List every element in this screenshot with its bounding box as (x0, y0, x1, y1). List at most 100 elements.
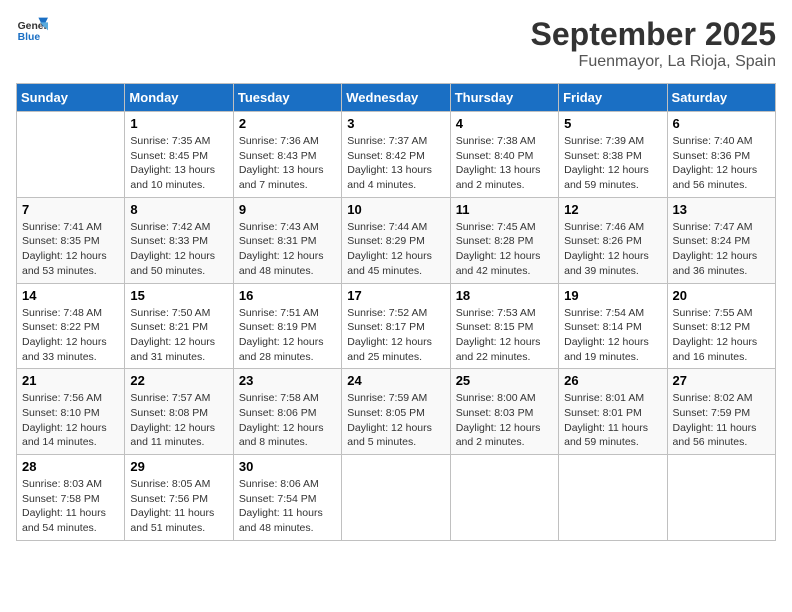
day-number: 17 (347, 288, 444, 303)
day-info: Sunrise: 7:54 AM Sunset: 8:14 PM Dayligh… (564, 306, 661, 365)
weekday-header-thursday: Thursday (450, 84, 558, 112)
title-block: September 2025 Fuenmayor, La Rioja, Spai… (531, 16, 776, 71)
header-row: SundayMondayTuesdayWednesdayThursdayFrid… (17, 84, 776, 112)
calendar-week-4: 21 Sunrise: 7:56 AM Sunset: 8:10 PM Dayli… (17, 369, 776, 455)
calendar-cell: 8Sunrise: 7:42 AM Sunset: 8:33 PM Daylig… (125, 197, 233, 283)
calendar-cell: 17 Sunrise: 7:52 AM Sunset: 8:17 PM Dayli… (342, 283, 450, 369)
svg-text:Blue: Blue (18, 32, 41, 43)
day-info: Sunrise: 8:03 AM Sunset: 7:58 PM Dayligh… (22, 477, 119, 536)
day-number: 16 (239, 288, 336, 303)
day-info: Sunrise: 7:45 AM Sunset: 8:28 PM Dayligh… (456, 220, 553, 279)
calendar-week-1: 1 Sunrise: 7:35 AM Sunset: 8:45 PM Daylig… (17, 112, 776, 198)
month-title: September 2025 (531, 16, 776, 53)
weekday-header-tuesday: Tuesday (233, 84, 341, 112)
day-number: 13 (673, 202, 770, 217)
calendar-cell: 10 Sunrise: 7:44 AM Sunset: 8:29 PM Dayli… (342, 197, 450, 283)
day-number: 12 (564, 202, 661, 217)
calendar-cell: 18 Sunrise: 7:53 AM Sunset: 8:15 PM Dayli… (450, 283, 558, 369)
calendar-cell: 28 Sunrise: 8:03 AM Sunset: 7:58 PM Dayli… (17, 455, 125, 541)
calendar-cell: 20 Sunrise: 7:55 AM Sunset: 8:12 PM Dayli… (667, 283, 775, 369)
weekday-header-friday: Friday (559, 84, 667, 112)
calendar-cell: 13Sunrise: 7:47 AM Sunset: 8:24 PM Dayli… (667, 197, 775, 283)
calendar-table: SundayMondayTuesdayWednesdayThursdayFrid… (16, 83, 776, 541)
day-number: 2 (239, 116, 336, 131)
day-number: 11 (456, 202, 553, 217)
calendar-cell: 7Sunrise: 7:41 AM Sunset: 8:35 PM Daylig… (17, 197, 125, 283)
day-info: Sunrise: 7:46 AM Sunset: 8:26 PM Dayligh… (564, 220, 661, 279)
day-number: 26 (564, 373, 661, 388)
day-number: 4 (456, 116, 553, 131)
day-number: 5 (564, 116, 661, 131)
calendar-cell: 24Sunrise: 7:59 AM Sunset: 8:05 PM Dayli… (342, 369, 450, 455)
day-info: Sunrise: 7:51 AM Sunset: 8:19 PM Dayligh… (239, 306, 336, 365)
location: Fuenmayor, La Rioja, Spain (531, 53, 776, 71)
day-info: Sunrise: 7:55 AM Sunset: 8:12 PM Dayligh… (673, 306, 770, 365)
day-number: 1 (130, 116, 227, 131)
day-info: Sunrise: 7:58 AM Sunset: 8:06 PM Dayligh… (239, 391, 336, 450)
calendar-cell: 2Sunrise: 7:36 AM Sunset: 8:43 PM Daylig… (233, 112, 341, 198)
weekday-header-sunday: Sunday (17, 84, 125, 112)
calendar-cell: 19 Sunrise: 7:54 AM Sunset: 8:14 PM Dayli… (559, 283, 667, 369)
calendar-cell: 23 Sunrise: 7:58 AM Sunset: 8:06 PM Dayli… (233, 369, 341, 455)
day-info: Sunrise: 7:57 AM Sunset: 8:08 PM Dayligh… (130, 391, 227, 450)
calendar-cell (559, 455, 667, 541)
day-number: 3 (347, 116, 444, 131)
calendar-cell: 9 Sunrise: 7:43 AM Sunset: 8:31 PM Daylig… (233, 197, 341, 283)
day-info: Sunrise: 8:02 AM Sunset: 7:59 PM Dayligh… (673, 391, 770, 450)
calendar-cell (450, 455, 558, 541)
day-number: 20 (673, 288, 770, 303)
day-number: 21 (22, 373, 119, 388)
calendar-week-3: 14Sunrise: 7:48 AM Sunset: 8:22 PM Dayli… (17, 283, 776, 369)
weekday-header-saturday: Saturday (667, 84, 775, 112)
day-number: 24 (347, 373, 444, 388)
day-info: Sunrise: 8:00 AM Sunset: 8:03 PM Dayligh… (456, 391, 553, 450)
day-info: Sunrise: 7:56 AM Sunset: 8:10 PM Dayligh… (22, 391, 119, 450)
calendar-cell: 21 Sunrise: 7:56 AM Sunset: 8:10 PM Dayli… (17, 369, 125, 455)
day-number: 27 (673, 373, 770, 388)
calendar-cell: 26 Sunrise: 8:01 AM Sunset: 8:01 PM Dayli… (559, 369, 667, 455)
logo: General Blue (16, 16, 48, 44)
day-number: 28 (22, 459, 119, 474)
day-info: Sunrise: 7:43 AM Sunset: 8:31 PM Dayligh… (239, 220, 336, 279)
calendar-cell: 29 Sunrise: 8:05 AM Sunset: 7:56 PM Dayli… (125, 455, 233, 541)
day-number: 29 (130, 459, 227, 474)
weekday-header-monday: Monday (125, 84, 233, 112)
day-number: 9 (239, 202, 336, 217)
calendar-cell: 25 Sunrise: 8:00 AM Sunset: 8:03 PM Dayli… (450, 369, 558, 455)
day-info: Sunrise: 7:53 AM Sunset: 8:15 PM Dayligh… (456, 306, 553, 365)
day-number: 23 (239, 373, 336, 388)
day-info: Sunrise: 7:50 AM Sunset: 8:21 PM Dayligh… (130, 306, 227, 365)
calendar-cell (342, 455, 450, 541)
calendar-cell: 12 Sunrise: 7:46 AM Sunset: 8:26 PM Dayli… (559, 197, 667, 283)
calendar-cell: 1 Sunrise: 7:35 AM Sunset: 8:45 PM Daylig… (125, 112, 233, 198)
day-info: Sunrise: 7:35 AM Sunset: 8:45 PM Dayligh… (130, 134, 227, 193)
calendar-cell (17, 112, 125, 198)
calendar-week-2: 7Sunrise: 7:41 AM Sunset: 8:35 PM Daylig… (17, 197, 776, 283)
day-info: Sunrise: 7:41 AM Sunset: 8:35 PM Dayligh… (22, 220, 119, 279)
day-info: Sunrise: 7:48 AM Sunset: 8:22 PM Dayligh… (22, 306, 119, 365)
day-info: Sunrise: 8:01 AM Sunset: 8:01 PM Dayligh… (564, 391, 661, 450)
calendar-cell: 30 Sunrise: 8:06 AM Sunset: 7:54 PM Dayli… (233, 455, 341, 541)
day-number: 10 (347, 202, 444, 217)
day-info: Sunrise: 8:05 AM Sunset: 7:56 PM Dayligh… (130, 477, 227, 536)
day-info: Sunrise: 7:37 AM Sunset: 8:42 PM Dayligh… (347, 134, 444, 193)
day-info: Sunrise: 7:40 AM Sunset: 8:36 PM Dayligh… (673, 134, 770, 193)
day-number: 18 (456, 288, 553, 303)
day-number: 25 (456, 373, 553, 388)
day-info: Sunrise: 7:44 AM Sunset: 8:29 PM Dayligh… (347, 220, 444, 279)
calendar-cell: 16 Sunrise: 7:51 AM Sunset: 8:19 PM Dayli… (233, 283, 341, 369)
calendar-cell: 3 Sunrise: 7:37 AM Sunset: 8:42 PM Daylig… (342, 112, 450, 198)
calendar-week-5: 28 Sunrise: 8:03 AM Sunset: 7:58 PM Dayli… (17, 455, 776, 541)
calendar-cell: 4Sunrise: 7:38 AM Sunset: 8:40 PM Daylig… (450, 112, 558, 198)
day-info: Sunrise: 7:52 AM Sunset: 8:17 PM Dayligh… (347, 306, 444, 365)
calendar-cell: 22Sunrise: 7:57 AM Sunset: 8:08 PM Dayli… (125, 369, 233, 455)
calendar-cell: 15Sunrise: 7:50 AM Sunset: 8:21 PM Dayli… (125, 283, 233, 369)
day-number: 19 (564, 288, 661, 303)
day-number: 6 (673, 116, 770, 131)
calendar-cell: 14Sunrise: 7:48 AM Sunset: 8:22 PM Dayli… (17, 283, 125, 369)
day-number: 30 (239, 459, 336, 474)
calendar-cell (667, 455, 775, 541)
day-info: Sunrise: 7:42 AM Sunset: 8:33 PM Dayligh… (130, 220, 227, 279)
weekday-header-wednesday: Wednesday (342, 84, 450, 112)
day-info: Sunrise: 8:06 AM Sunset: 7:54 PM Dayligh… (239, 477, 336, 536)
